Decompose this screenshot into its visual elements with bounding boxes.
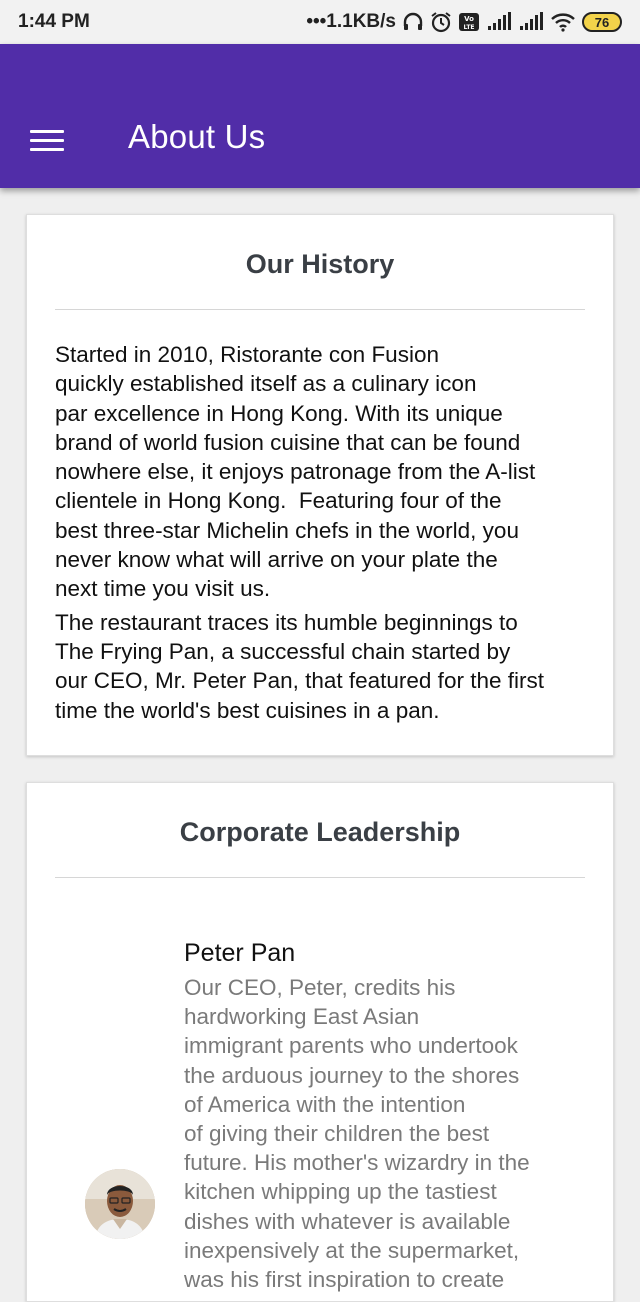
wifi-icon xyxy=(550,12,576,32)
network-speed: •••1.1KB/s xyxy=(306,11,396,32)
leadership-card: Corporate Leadership Peter Pan Our CEO, … xyxy=(26,782,614,1302)
status-bar: 1:44 PM •••1.1KB/s Vo LTE 76 xyxy=(0,0,640,44)
text-line: of giving their children the best xyxy=(184,1121,490,1147)
text-line: dishes with whatever is available xyxy=(184,1208,511,1234)
leader-name: Peter Pan xyxy=(184,939,296,967)
text-line: future. His mother's wizardry in the xyxy=(184,1150,530,1176)
text-line: clientele in Hong Kong. Featuring four o… xyxy=(55,488,502,514)
text-line: par excellence in Hong Kong. With its un… xyxy=(55,400,503,426)
text-line: our CEO, Mr. Peter Pan, that featured fo… xyxy=(55,668,544,694)
text-line: of America with the intention xyxy=(184,1091,466,1117)
leader-description: Our CEO, Peter, credits his hardworking … xyxy=(184,973,584,1294)
text-line: nowhere else, it enjoys patronage from t… xyxy=(55,459,536,485)
status-icons: •••1.1KB/s Vo LTE 76 xyxy=(306,11,622,33)
text-line: the arduous journey to the shores xyxy=(184,1062,520,1088)
text-line: kitchen whipping up the tastiest xyxy=(184,1179,497,1205)
alarm-icon xyxy=(430,11,452,33)
text-line: quickly established itself as a culinary… xyxy=(55,371,477,397)
history-body: Started in 2010, Ristorante con Fusion q… xyxy=(27,310,613,725)
text-line: best three-star Michelin chefs in the wo… xyxy=(55,517,519,543)
signal-icon xyxy=(486,12,512,32)
text-line: never know what will arrive on your plat… xyxy=(55,547,498,573)
text-line: The restaurant traces its humble beginni… xyxy=(55,609,518,635)
history-paragraph-1: Started in 2010, Ristorante con Fusion q… xyxy=(55,340,585,604)
hamburger-menu-icon[interactable] xyxy=(30,122,66,158)
page-title: About Us xyxy=(128,118,266,155)
signal-icon xyxy=(518,12,544,32)
avatar xyxy=(85,1169,155,1239)
text-line: next time you visit us. xyxy=(55,576,271,602)
text-line: immigrant parents who undertook xyxy=(184,1033,518,1059)
text-line: hardworking East Asian xyxy=(184,1004,420,1030)
battery-icon: 76 xyxy=(582,12,622,32)
leader-text: Peter Pan Our CEO, Peter, credits his ha… xyxy=(184,937,584,1294)
status-time: 1:44 PM xyxy=(18,11,90,32)
headphones-icon xyxy=(402,12,424,32)
text-line: Our CEO, Peter, credits his xyxy=(184,975,456,1000)
svg-text:Vo: Vo xyxy=(464,15,474,23)
divider xyxy=(55,877,585,878)
text-line: time the world's best cuisines in a pan. xyxy=(55,697,440,723)
history-card: Our History Started in 2010, Ristorante … xyxy=(26,214,614,756)
leadership-title: Corporate Leadership xyxy=(179,817,461,847)
text-line: Started in 2010, Ristorante con Fusion xyxy=(55,342,439,367)
text-line: brand of world fusion cuisine that can b… xyxy=(55,429,521,455)
svg-text:LTE: LTE xyxy=(463,24,474,31)
history-title: Our History xyxy=(245,249,395,279)
app-bar: About Us xyxy=(0,44,640,188)
history-paragraph-2: The restaurant traces its humble beginni… xyxy=(55,608,585,725)
text-line: inexpensively at the supermarket, xyxy=(184,1237,520,1263)
text-line: The Frying Pan, a successful chain start… xyxy=(55,638,511,664)
volte-icon: Vo LTE xyxy=(458,11,480,33)
